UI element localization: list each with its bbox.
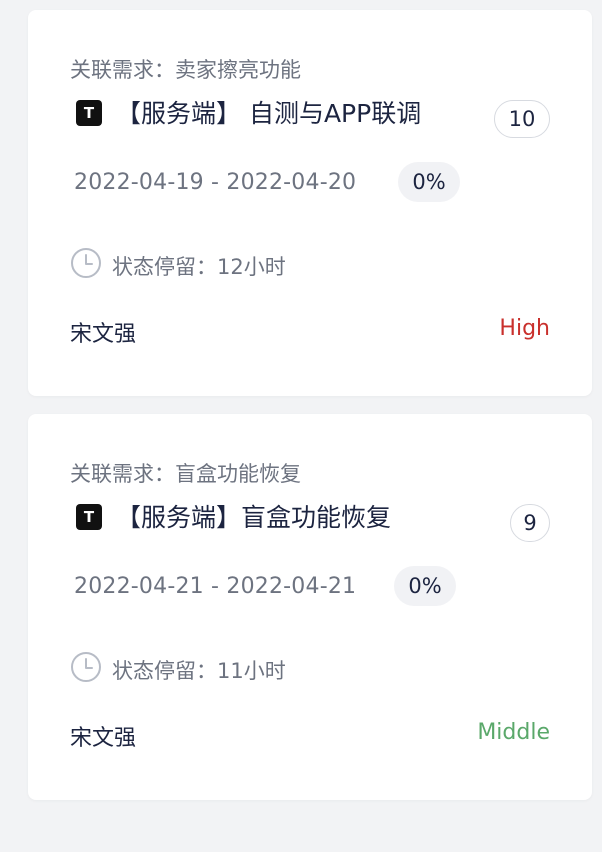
priority-label: High	[499, 316, 550, 341]
task-title[interactable]: 【服务端】盲盒功能恢复	[116, 498, 391, 534]
date-range: 2022-04-19 - 2022-04-20	[74, 170, 357, 195]
progress-badge: 0%	[394, 566, 456, 606]
count-badge: 10	[494, 100, 550, 138]
assignee-name: 宋文强	[70, 322, 137, 347]
clock-icon	[71, 248, 101, 278]
assignee-name: 宋文强	[70, 726, 137, 751]
status-stay-duration: 状态停留：11小时	[112, 659, 286, 683]
status-stay-duration: 状态停留：12小时	[112, 255, 286, 279]
related-requirement[interactable]: 关联需求：盲盒功能恢复	[70, 458, 301, 488]
progress-badge: 0%	[398, 162, 460, 202]
task-card[interactable]: 关联需求：盲盒功能恢复 T 【服务端】盲盒功能恢复 9 2022-04-21 -…	[28, 414, 592, 800]
task-title[interactable]: 【服务端】 自测与APP联调	[116, 94, 421, 130]
task-type-icon: T	[76, 504, 102, 530]
task-card[interactable]: 关联需求：卖家擦亮功能 T 【服务端】 自测与APP联调 10 2022-04-…	[28, 10, 592, 396]
related-requirement[interactable]: 关联需求：卖家擦亮功能	[70, 54, 301, 84]
count-badge: 9	[510, 504, 550, 542]
priority-label: Middle	[477, 720, 550, 745]
clock-icon	[71, 652, 101, 682]
date-range: 2022-04-21 - 2022-04-21	[74, 574, 357, 599]
task-type-icon: T	[76, 100, 102, 126]
task-card-list: 关联需求：卖家擦亮功能 T 【服务端】 自测与APP联调 10 2022-04-…	[0, 0, 602, 852]
